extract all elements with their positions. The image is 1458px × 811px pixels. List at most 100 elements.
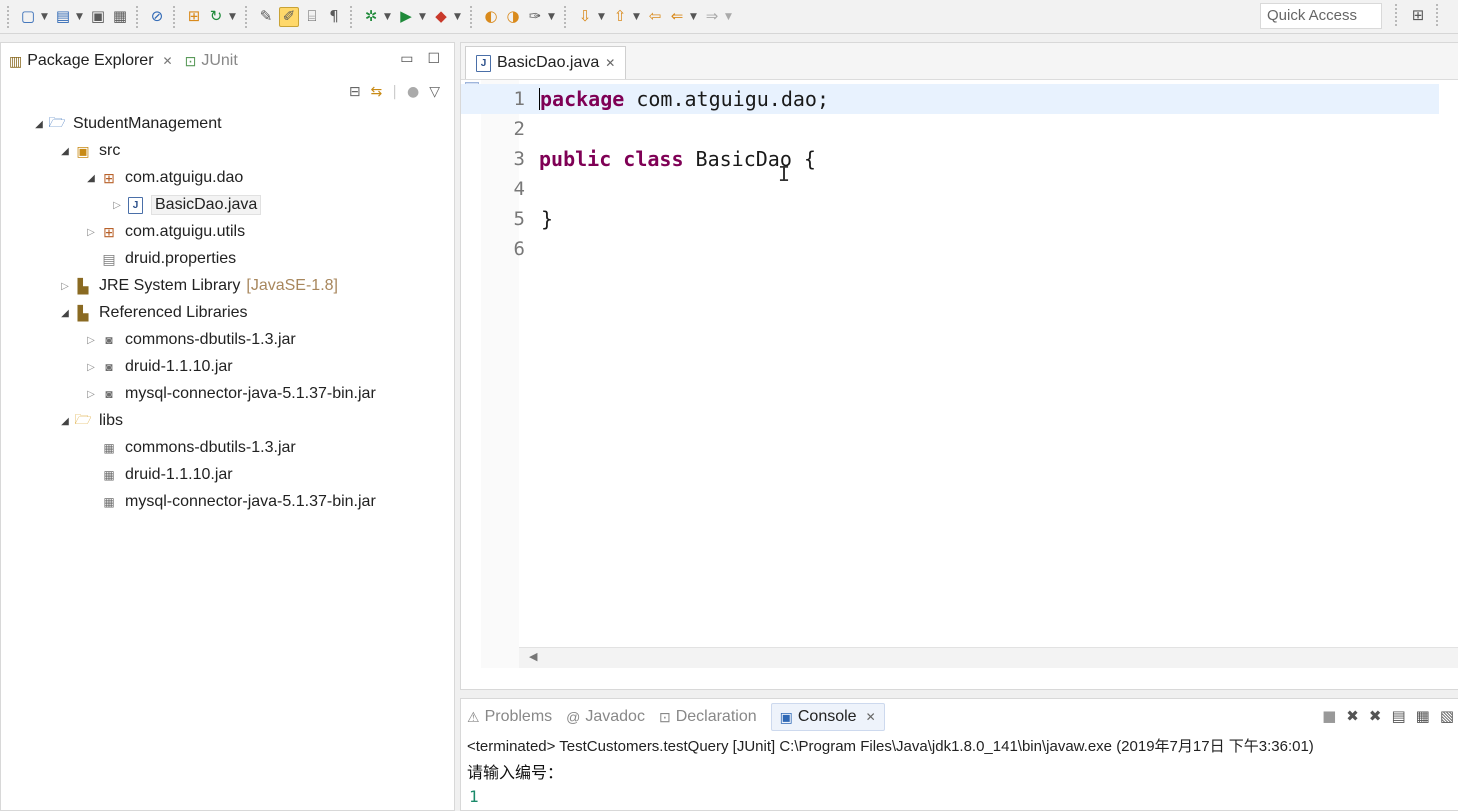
back-icon[interactable]: ⇐ [668, 8, 686, 26]
tab-package-explorer[interactable]: ▥ Package Explorer ✕ [9, 52, 173, 70]
expand-toggle-icon[interactable]: ▷ [83, 389, 99, 400]
chevron-down-icon[interactable]: ▼ [633, 12, 642, 22]
last-edit-icon[interactable]: ⇦ [646, 8, 664, 26]
view-menu-icon[interactable]: ▽ [429, 84, 440, 100]
forward-icon[interactable]: ⇒ [703, 8, 721, 26]
open-task-icon[interactable]: ◑ [504, 8, 522, 26]
chevron-down-icon[interactable]: ▼ [229, 12, 238, 22]
chevron-down-icon[interactable]: ▼ [725, 12, 734, 22]
chevron-down-icon[interactable]: ▼ [419, 12, 428, 22]
previous-annotation-icon[interactable]: ⇧ [611, 8, 629, 26]
expand-toggle-icon[interactable]: ▷ [57, 281, 73, 292]
clear-console-icon[interactable]: ▤ [1391, 707, 1405, 725]
close-icon[interactable]: ✕ [866, 710, 876, 724]
new-java-package-icon[interactable]: ⊞ [185, 8, 203, 26]
next-annotation-icon[interactable]: ⇩ [576, 8, 594, 26]
chevron-down-icon[interactable]: ▼ [76, 12, 85, 22]
debug-icon[interactable]: ✲ [362, 8, 380, 26]
tree-item-properties-file[interactable]: ▤ druid.properties [99, 246, 236, 272]
chevron-down-icon[interactable]: ▼ [548, 12, 557, 22]
toolbar-grip[interactable] [7, 5, 12, 28]
editor-tab-basicdao[interactable]: J BasicDao.java ✕ [465, 46, 627, 79]
run-icon[interactable]: ▶ [397, 8, 415, 26]
tree-item-libs-folder[interactable]: ◢ 🗁 libs [57, 408, 123, 434]
toolbar-grip[interactable] [173, 5, 178, 28]
pin-console-icon[interactable]: ▧ [1440, 707, 1454, 725]
maximize-icon[interactable]: ☐ [427, 51, 440, 67]
tree-item-referenced-libraries[interactable]: ◢ ▙ Referenced Libraries [57, 300, 247, 326]
code-line[interactable]: 4 [461, 174, 1439, 204]
toolbar-grip[interactable] [470, 5, 475, 28]
toolbar-grip[interactable] [1436, 4, 1441, 26]
focus-on-active-task-icon[interactable]: ● [407, 84, 419, 100]
save-all-icon[interactable]: ▦ [111, 8, 129, 26]
tab-javadoc[interactable]: @ Javadoc [566, 708, 645, 726]
chevron-down-icon[interactable]: ▼ [384, 12, 393, 22]
chevron-down-icon[interactable]: ▼ [598, 12, 607, 22]
expand-toggle-icon[interactable]: ▷ [109, 200, 125, 211]
toolbar-grip[interactable] [1395, 4, 1400, 26]
new-project-icon[interactable]: ▤ [54, 8, 72, 26]
open-type-icon[interactable]: ◐ [482, 8, 500, 26]
link-with-editor-icon[interactable]: ⇆ [371, 84, 383, 100]
expand-toggle-icon[interactable]: ▷ [83, 227, 99, 238]
scroll-left-icon[interactable]: ◀ [529, 650, 537, 663]
chevron-down-icon[interactable]: ▼ [454, 12, 463, 22]
tree-item-package[interactable]: ◢ ⊞ com.atguigu.dao [83, 165, 243, 191]
toolbar-grip[interactable] [564, 5, 569, 28]
save-icon[interactable]: ▣ [89, 8, 107, 26]
code-line[interactable]: 1 package com.atguigu.dao; [461, 84, 1439, 114]
toolbar-grip[interactable] [245, 5, 250, 28]
refresh-icon[interactable]: ↻ [207, 8, 225, 26]
tab-declaration[interactable]: ⊡ Declaration [659, 708, 757, 726]
toolbar-grip[interactable] [136, 5, 141, 28]
tree-item-jar[interactable]: ▷ ◙ druid-1.1.10.jar [83, 354, 232, 380]
expand-toggle-icon[interactable]: ◢ [31, 119, 47, 130]
tree-item-jar-file[interactable]: ▦ mysql-connector-java-5.1.37-bin.jar [99, 489, 375, 515]
expand-toggle-icon[interactable]: ▷ [83, 362, 99, 373]
skip-breakpoints-icon[interactable]: ⊘ [148, 8, 166, 26]
toggle-block-selection-icon[interactable]: ⌸ [303, 8, 321, 26]
expand-toggle-icon[interactable]: ◢ [57, 308, 73, 319]
remove-all-terminated-icon[interactable]: ✖ [1369, 707, 1382, 725]
toggle-mark-occurrences-icon[interactable]: ✎ [257, 8, 275, 26]
close-icon[interactable]: ✕ [605, 56, 615, 70]
expand-toggle-icon[interactable]: ◢ [57, 146, 73, 157]
quick-access-input[interactable]: Quick Access [1260, 3, 1382, 29]
collapse-all-icon[interactable]: ⊟ [349, 84, 361, 100]
code-line[interactable]: 6 [461, 234, 1439, 264]
tab-console[interactable]: ▣ Console ✕ [770, 703, 885, 731]
show-whitespace-icon[interactable]: ¶ [325, 8, 343, 26]
tree-item-src[interactable]: ◢ ▣ src [57, 138, 120, 164]
tree-item-jre-library[interactable]: ▷ ▙ JRE System Library [JavaSE-1.8] [57, 273, 338, 299]
open-perspective-icon[interactable]: ⊞ [1409, 6, 1427, 24]
code-line[interactable]: 2 [461, 114, 1439, 144]
tab-problems[interactable]: ⚠ Problems [467, 708, 552, 726]
tree-item-java-file[interactable]: ▷ J BasicDao.java [109, 192, 262, 218]
remove-launch-icon[interactable]: ✖ [1346, 707, 1359, 725]
horizontal-scrollbar[interactable]: ◀ [519, 647, 1458, 668]
search-icon[interactable]: ✑ [526, 8, 544, 26]
chevron-down-icon[interactable]: ▼ [41, 12, 50, 22]
external-tools-icon[interactable]: ◆ [432, 8, 450, 26]
tree-item-project[interactable]: ◢ 🗁 StudentManagement [31, 111, 221, 137]
expand-toggle-icon[interactable]: ◢ [57, 416, 73, 427]
tree-item-jar-file[interactable]: ▦ commons-dbutils-1.3.jar [99, 435, 295, 461]
expand-toggle-icon[interactable]: ▷ [83, 335, 99, 346]
toolbar-grip[interactable] [350, 5, 355, 28]
minimize-icon[interactable]: ▭ [400, 51, 413, 67]
tree-item-jar[interactable]: ▷ ◙ mysql-connector-java-5.1.37-bin.jar [83, 381, 376, 407]
editor-text-area[interactable]: 1 package com.atguigu.dao; 2 3 public cl… [461, 80, 1458, 668]
close-icon[interactable]: ✕ [163, 54, 173, 68]
chevron-down-icon[interactable]: ▼ [690, 12, 699, 22]
scroll-lock-icon[interactable]: ▦ [1416, 707, 1430, 725]
console-input-line[interactable]: 1 [461, 787, 1458, 807]
code-line[interactable]: 3 public class BasicDao { [461, 144, 1439, 174]
tab-junit[interactable]: ⊡ JUnit [185, 52, 238, 70]
expand-toggle-icon[interactable]: ◢ [83, 173, 99, 184]
code-line[interactable]: 5 } [461, 204, 1439, 234]
new-wizard-icon[interactable]: ▢ [19, 8, 37, 26]
tree-item-jar-file[interactable]: ▦ druid-1.1.10.jar [99, 462, 232, 488]
tree-item-jar[interactable]: ▷ ◙ commons-dbutils-1.3.jar [83, 327, 296, 353]
toggle-highlight-icon[interactable]: ✐ [279, 6, 299, 27]
